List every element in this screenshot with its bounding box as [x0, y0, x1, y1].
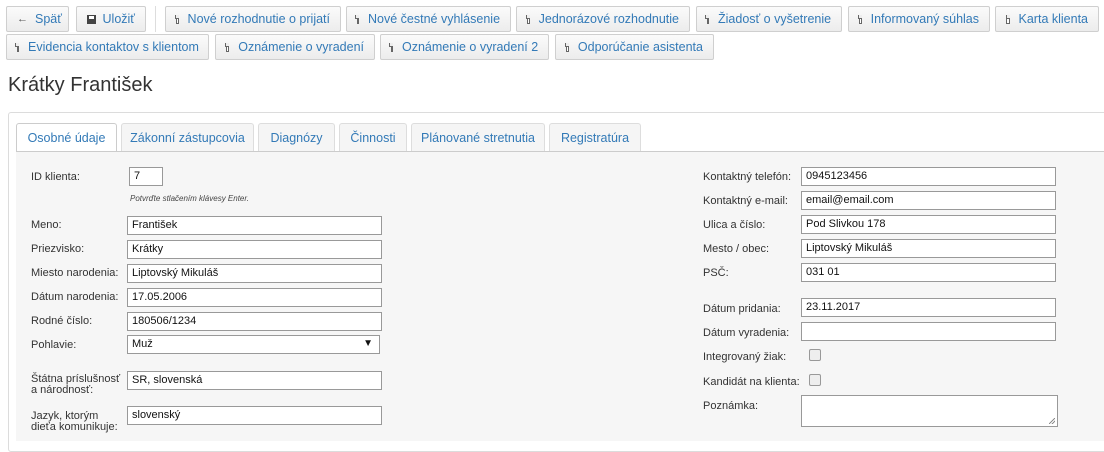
toolbar-separator — [155, 6, 156, 32]
save-button-label: Uložiť — [102, 12, 135, 26]
button-label: Oznámenie o vyradení 2 — [402, 40, 539, 54]
gender-select[interactable]: Muž ▼ — [127, 335, 380, 354]
button-label: Nové čestné vyhlásenie — [368, 12, 501, 26]
language-label-line2: dieťa komunikuje: — [31, 421, 118, 433]
citizenship-label-line2: a národnosť: — [31, 384, 94, 396]
button-label: Odporúčanie asistenta — [577, 40, 703, 54]
date-added-input[interactable]: 23.11.2017 — [801, 298, 1056, 317]
birth-number-label: Rodné číslo: — [31, 315, 93, 327]
email-input[interactable]: email@email.com — [801, 191, 1056, 210]
document-icon — [857, 14, 862, 24]
email-label: Kontaktný e-mail: — [703, 195, 788, 207]
document-icon — [389, 42, 393, 52]
client-contacts-record-button[interactable]: Evidencia kontaktov s klientom — [6, 34, 209, 60]
client-card-button[interactable]: Karta klienta — [995, 6, 1099, 32]
document-icon — [705, 14, 709, 24]
client-id-hint: Potvrďte stlačením klávesy Enter. — [130, 194, 249, 203]
tab-diagnoses[interactable]: Diagnózy — [258, 123, 335, 151]
tab-activities[interactable]: Činnosti — [339, 123, 407, 151]
document-icon — [525, 14, 530, 24]
birth-number-input[interactable]: 180506/1234 — [127, 312, 382, 331]
date-added-label: Dátum pridania: — [703, 303, 781, 315]
phone-input[interactable]: 0945123456 — [801, 167, 1056, 186]
integrated-student-checkbox[interactable] — [809, 349, 821, 361]
new-admission-decision-button[interactable]: Nové rozhodnutie o prijatí — [165, 6, 341, 32]
informed-consent-button[interactable]: Informovaný súhlas — [848, 6, 990, 32]
city-input[interactable]: Liptovský Mikuláš — [801, 239, 1056, 258]
tab-planned-meetings[interactable]: Plánované stretnutia — [411, 123, 545, 151]
gender-select-value: Muž — [132, 338, 153, 350]
document-icon — [174, 14, 179, 24]
document-icon — [564, 42, 569, 52]
tab-legal-guardians[interactable]: Zákonní zástupcovia — [121, 123, 254, 151]
phone-label: Kontaktný telefón: — [703, 171, 792, 183]
save-icon — [87, 14, 96, 24]
integrated-student-label: Integrovaný žiak: — [703, 351, 787, 363]
save-button[interactable]: Uložiť — [76, 6, 146, 32]
back-button[interactable]: ← Späť — [6, 6, 69, 32]
last-name-input[interactable]: Krátky — [127, 240, 382, 259]
chevron-down-icon: ▼ — [363, 338, 373, 349]
street-input[interactable]: Pod Slivkou 178 — [801, 215, 1056, 234]
document-icon — [225, 42, 230, 52]
postal-code-label: PSČ: — [703, 267, 729, 279]
document-icon — [355, 14, 359, 24]
assistant-recommendation-button[interactable]: Odporúčanie asistenta — [555, 34, 714, 60]
button-label: Jednorázové rozhodnutie — [538, 12, 679, 26]
city-label: Mesto / obec: — [703, 243, 770, 255]
examination-request-button[interactable]: Žiadosť o vyšetrenie — [696, 6, 842, 32]
arrow-left-icon: ← — [17, 12, 28, 25]
note-label: Poznámka: — [703, 400, 759, 412]
citizenship-input[interactable]: SR, slovenská — [127, 371, 382, 390]
tab-personal-data[interactable]: Osobné údaje — [16, 123, 117, 152]
removal-date-input[interactable] — [801, 322, 1056, 341]
button-label: Nové rozhodnutie o prijatí — [187, 12, 330, 26]
first-name-input[interactable]: František — [127, 216, 382, 235]
removal-notice-button[interactable]: Oznámenie o vyradení — [215, 34, 375, 60]
client-candidate-label: Kandidát na klienta: — [703, 376, 800, 388]
new-honor-declaration-button[interactable]: Nové čestné vyhlásenie — [346, 6, 511, 32]
first-name-label: Meno: — [31, 219, 62, 231]
client-id-input[interactable]: 7 — [129, 167, 163, 186]
back-button-label: Späť — [35, 12, 62, 26]
birthplace-input[interactable]: Liptovský Mikuláš — [127, 264, 382, 283]
button-label: Oznámenie o vyradení — [238, 40, 364, 54]
document-icon — [1005, 14, 1010, 24]
resize-grip-icon[interactable] — [1049, 418, 1055, 424]
tab-divider — [16, 151, 1104, 152]
removal-notice-2-button[interactable]: Oznámenie o vyradení 2 — [380, 34, 549, 60]
note-textarea[interactable] — [801, 395, 1058, 427]
language-input[interactable]: slovenský — [127, 406, 382, 425]
button-label: Žiadosť o vyšetrenie — [718, 12, 832, 26]
client-id-label: ID klienta: — [31, 171, 80, 183]
page-title: Krátky František — [8, 74, 153, 96]
button-label: Karta klienta — [1018, 12, 1088, 26]
birthplace-label: Miesto narodenia: — [31, 267, 119, 279]
last-name-label: Priezvisko: — [31, 243, 85, 255]
one-time-decision-button[interactable]: Jednorázové rozhodnutie — [516, 6, 690, 32]
postal-code-input[interactable]: 031 01 — [801, 263, 1056, 282]
client-candidate-checkbox[interactable] — [809, 374, 821, 386]
street-label: Ulica a číslo: — [703, 219, 766, 231]
removal-date-label: Dátum vyradenia: — [703, 327, 790, 339]
birthdate-label: Dátum narodenia: — [31, 291, 119, 303]
gender-label: Pohlavie: — [31, 339, 77, 351]
tab-registry[interactable]: Registratúra — [549, 123, 641, 151]
birthdate-input[interactable]: 17.05.2006 — [127, 288, 382, 307]
button-label: Evidencia kontaktov s klientom — [28, 40, 199, 54]
document-icon — [15, 42, 19, 52]
button-label: Informovaný súhlas — [870, 12, 979, 26]
